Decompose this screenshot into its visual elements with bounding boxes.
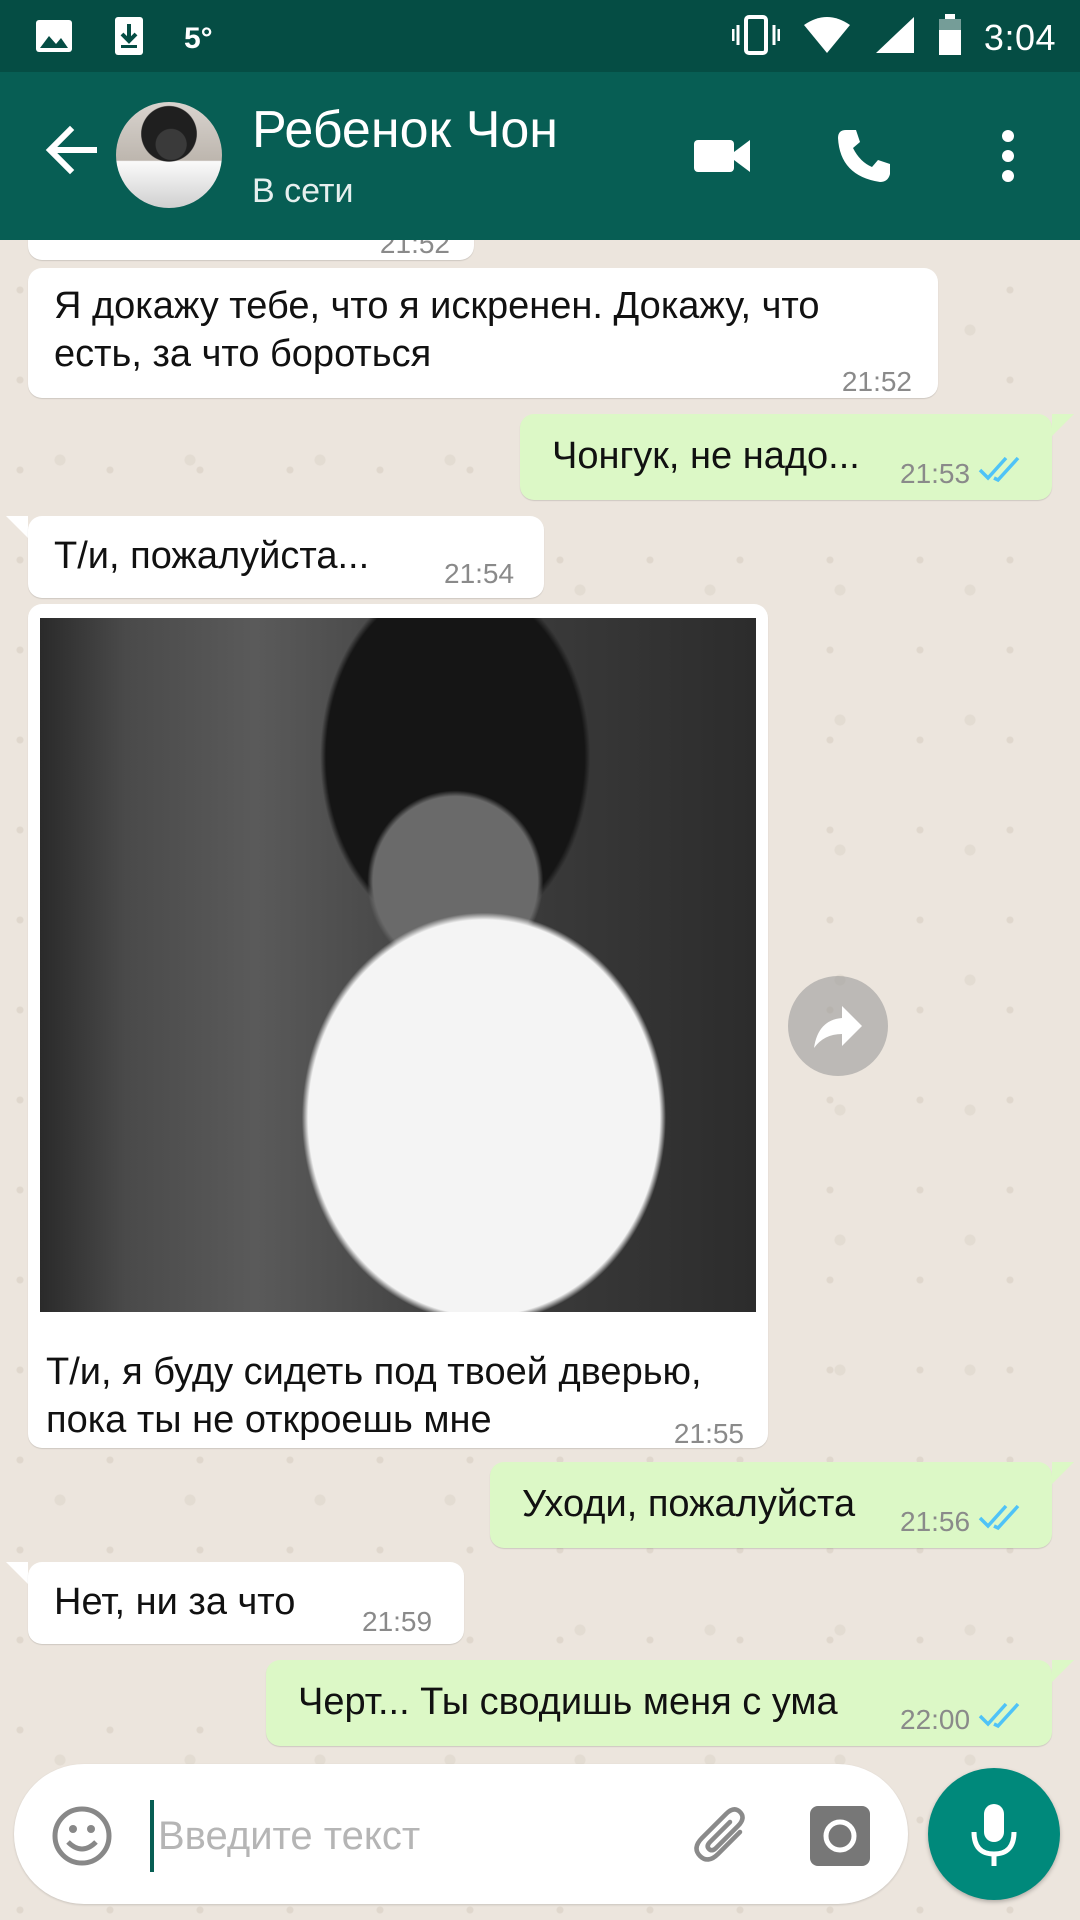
contact-status: В сети	[252, 172, 354, 210]
bubble-tail	[1052, 1462, 1074, 1484]
chat-header: Ребенок Чон В сети	[0, 72, 1080, 240]
message-text: Т/и, пожалуйста...	[54, 535, 370, 577]
more-vert-icon[interactable]	[978, 124, 1042, 188]
message-time: 21:52	[379, 240, 450, 259]
message-time: 21:54	[444, 558, 515, 589]
mic-button[interactable]	[928, 1768, 1060, 1900]
message-text: Нет, ни за что	[54, 1581, 296, 1623]
message-time: 21:55	[673, 1418, 744, 1449]
message-time: 22:00	[900, 1704, 971, 1735]
image-icon	[34, 18, 74, 59]
download-icon	[114, 16, 144, 61]
message-bubble-outgoing[interactable]: Чонгук, не надо... 21:53	[520, 414, 1052, 500]
read-receipt-icon	[978, 1496, 1024, 1544]
contact-name[interactable]: Ребенок Чон	[252, 100, 558, 160]
clock-text: 3:04	[983, 16, 1056, 58]
forward-icon[interactable]	[788, 976, 888, 1076]
message-text: Уходи, пожалуйста	[522, 1483, 856, 1525]
camera-icon[interactable]	[808, 1804, 872, 1868]
bubble-tail	[6, 516, 28, 538]
bubble-tail	[6, 1562, 28, 1584]
read-receipt-icon	[978, 1694, 1024, 1742]
attach-icon[interactable]	[690, 1804, 756, 1870]
compose-bar	[14, 1764, 908, 1904]
message-time: 21:59	[362, 1606, 433, 1637]
temperature-text: 5°	[184, 21, 213, 55]
message-text: Чонгук, не надо...	[552, 435, 860, 477]
image-caption-line: пока ты не откроешь мне	[46, 1399, 492, 1441]
message-time: 21:52	[841, 366, 912, 397]
message-time: 21:53	[900, 458, 971, 489]
emoji-icon[interactable]	[50, 1804, 114, 1868]
read-receipt-icon	[978, 448, 1024, 496]
message-bubble-outgoing[interactable]: Уходи, пожалуйста 21:56	[490, 1462, 1052, 1548]
video-call-icon[interactable]	[690, 124, 754, 188]
wifi-icon	[802, 15, 852, 60]
message-time: 21:56	[900, 1506, 971, 1537]
message-text-line: есть, за что бороться	[54, 333, 432, 375]
message-photo[interactable]	[40, 618, 756, 1312]
image-caption-line: Т/и, я буду сидеть под твоей дверью,	[46, 1351, 702, 1393]
status-bar: 5° 3:04	[0, 0, 1080, 72]
signal-icon	[874, 15, 916, 60]
phone-icon[interactable]	[832, 124, 896, 188]
battery-icon	[938, 14, 962, 61]
vibrate-icon	[731, 15, 781, 60]
message-bubble-incoming[interactable]: 21:52	[28, 240, 474, 260]
message-text: Черт... Ты сводишь меня с ума	[298, 1681, 838, 1723]
message-bubble-incoming[interactable]: Нет, ни за что 21:59	[28, 1562, 464, 1644]
message-list[interactable]: 21:52 Я докажу тебе, что я искренен. Док…	[0, 240, 1080, 1760]
message-bubble-incoming[interactable]: Я докажу тебе, что я искренен. Докажу, ч…	[28, 268, 938, 398]
contact-avatar[interactable]	[116, 102, 222, 208]
bubble-tail	[1052, 414, 1074, 436]
back-arrow-icon[interactable]	[40, 118, 104, 182]
message-bubble-incoming[interactable]: Т/и, пожалуйста... 21:54	[28, 516, 544, 598]
message-input[interactable]	[150, 1800, 680, 1872]
message-bubble-outgoing[interactable]: Черт... Ты сводишь меня с ума 22:00	[266, 1660, 1052, 1746]
mic-icon	[971, 1804, 1017, 1866]
message-text-line: Я докажу тебе, что я искренен. Докажу, ч…	[54, 285, 820, 327]
bubble-tail	[1052, 1660, 1074, 1682]
